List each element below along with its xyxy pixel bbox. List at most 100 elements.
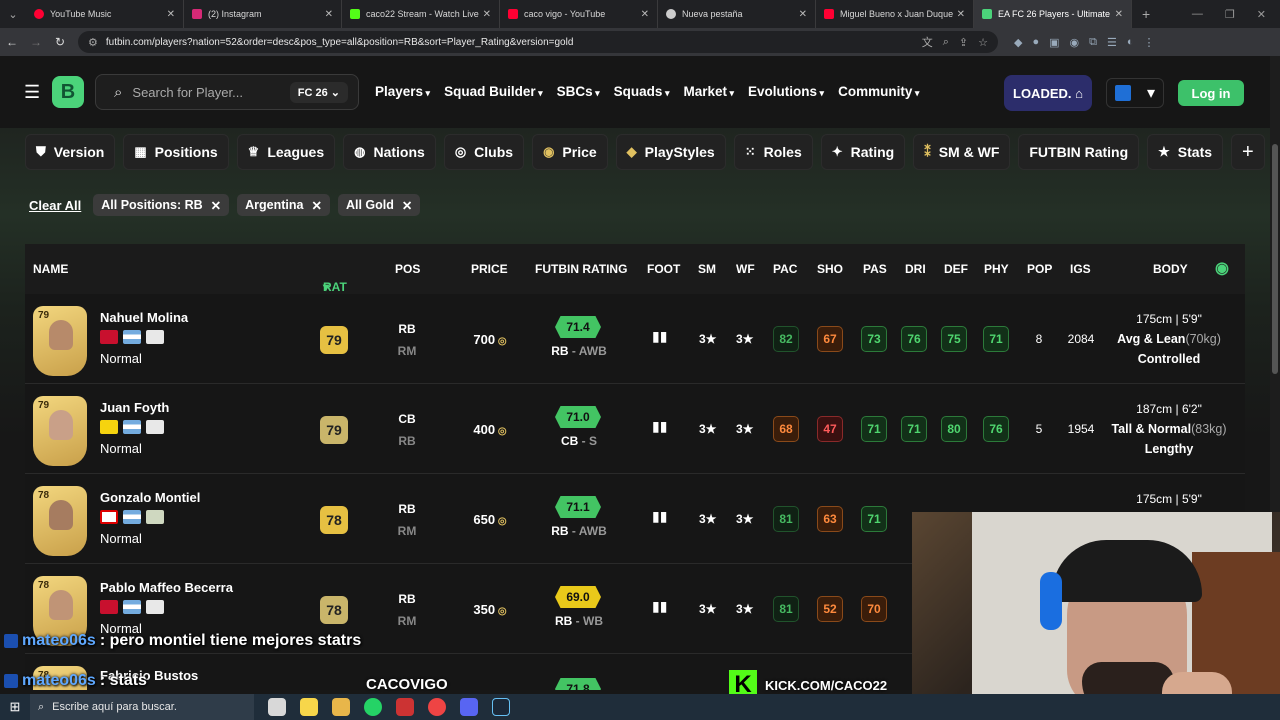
- site-info-icon[interactable]: ⚙: [88, 36, 98, 49]
- game-version-select[interactable]: FC 26 ⌄: [289, 81, 348, 103]
- filter-sm-wf[interactable]: ⁑ SM & WF: [913, 134, 1011, 170]
- filter-roles[interactable]: ⁙ Roles: [733, 134, 813, 170]
- remove-chip-icon[interactable]: ✕: [312, 198, 322, 213]
- col-foot[interactable]: FOOT: [647, 262, 680, 276]
- extension-icon[interactable]: ◆: [1014, 36, 1022, 49]
- player-search[interactable]: ⌕ Search for Player... FC 26 ⌄: [95, 74, 359, 110]
- minimize-icon[interactable]: —: [1192, 8, 1203, 21]
- col-def[interactable]: DEF: [944, 262, 968, 276]
- back-icon[interactable]: ←: [0, 35, 24, 49]
- forward-icon[interactable]: →: [24, 35, 48, 49]
- filter-futbin-rating[interactable]: FUTBIN Rating: [1018, 134, 1140, 170]
- filter-chip[interactable]: All Positions: RB ✕: [93, 194, 230, 216]
- nav-players[interactable]: Players: [375, 84, 430, 99]
- windows-start-icon[interactable]: ⊞: [0, 699, 30, 715]
- reload-icon[interactable]: ↻: [48, 35, 72, 49]
- close-window-icon[interactable]: ✕: [1257, 8, 1266, 21]
- nav-community[interactable]: Community: [838, 84, 919, 99]
- extension-icon[interactable]: ◉: [1070, 36, 1080, 49]
- url-field[interactable]: ⚙ futbin.com/players?nation=52&order=des…: [78, 31, 998, 53]
- nav-squad-builder[interactable]: Squad Builder: [444, 84, 543, 99]
- new-tab-icon[interactable]: +: [1142, 6, 1150, 22]
- nav-sbcs[interactable]: SBCs: [557, 84, 600, 99]
- table-row[interactable]: 79 Juan Foyth Normal 79 CB RB 400 71.0 C…: [25, 384, 1245, 474]
- filter-clubs[interactable]: ◎ Clubs: [443, 134, 525, 170]
- player-name[interactable]: Gonzalo Montiel: [100, 490, 200, 505]
- extension-icon[interactable]: ●: [1032, 36, 1039, 49]
- col-phy[interactable]: PHY: [984, 262, 1009, 276]
- add-filter-button[interactable]: +: [1231, 134, 1265, 170]
- close-tab-icon[interactable]: ✕: [957, 9, 965, 20]
- filter-positions[interactable]: ▦ Positions: [123, 134, 229, 170]
- login-button[interactable]: Log in: [1178, 80, 1244, 106]
- task-view-icon[interactable]: [268, 698, 286, 716]
- bookmark-star-icon[interactable]: ☆: [978, 36, 988, 49]
- whatsapp-icon[interactable]: [364, 698, 382, 716]
- player-card[interactable]: 78: [33, 486, 87, 556]
- search-input[interactable]: Search for Player...: [132, 85, 289, 100]
- maximize-icon[interactable]: ❐: [1225, 8, 1235, 21]
- eye-icon[interactable]: ◉: [1215, 258, 1229, 278]
- table-row[interactable]: 79 Nahuel Molina Normal 79 RB RM 700 71.…: [25, 294, 1245, 384]
- close-tab-icon[interactable]: ✕: [1115, 9, 1123, 20]
- file-explorer-icon[interactable]: [332, 698, 350, 716]
- player-name[interactable]: Juan Foyth: [100, 400, 169, 415]
- col-pop[interactable]: POP: [1027, 262, 1052, 276]
- platform-select[interactable]: ▾: [1106, 78, 1164, 108]
- col-name[interactable]: NAME: [33, 262, 68, 276]
- col-sm[interactable]: SM: [698, 262, 716, 276]
- more-icon[interactable]: ⋮: [1144, 36, 1155, 49]
- close-tab-icon[interactable]: ✕: [641, 9, 649, 20]
- steam-icon[interactable]: [492, 698, 510, 716]
- close-tab-icon[interactable]: ✕: [167, 9, 175, 20]
- col-price[interactable]: PRICE: [471, 262, 508, 276]
- col-futbin-rating[interactable]: FUTBIN RATING: [535, 262, 627, 276]
- tab-search-icon[interactable]: ⌄: [0, 0, 26, 28]
- taskbar-search[interactable]: ⌕ Escribe aquí para buscar.: [30, 694, 254, 720]
- player-card[interactable]: 79: [33, 396, 87, 466]
- player-name[interactable]: Nahuel Molina: [100, 310, 188, 325]
- extension-icon[interactable]: ▣: [1049, 36, 1059, 49]
- menu-icon[interactable]: ☰: [1107, 36, 1117, 49]
- futbin-logo[interactable]: B: [52, 76, 84, 108]
- share-icon[interactable]: ⇪: [959, 36, 968, 49]
- discord-icon[interactable]: [460, 698, 478, 716]
- remove-chip-icon[interactable]: ✕: [211, 198, 221, 213]
- close-tab-icon[interactable]: ✕: [483, 9, 491, 20]
- chrome-icon[interactable]: [428, 698, 446, 716]
- col-pac[interactable]: PAC: [773, 262, 797, 276]
- browser-tab[interactable]: caco22 Stream - Watch Live on✕: [342, 0, 500, 28]
- browser-tab[interactable]: YouTube Music ✕: [26, 0, 184, 28]
- profile-icon[interactable]: ◐: [1127, 36, 1134, 49]
- player-card[interactable]: 79: [33, 306, 87, 376]
- col-wf[interactable]: WF: [736, 262, 755, 276]
- close-tab-icon[interactable]: ✕: [325, 9, 333, 20]
- filter-stats[interactable]: ★ Stats: [1147, 134, 1224, 170]
- nav-market[interactable]: Market: [683, 84, 734, 99]
- browser-tab[interactable]: caco vigo - YouTube ✕: [500, 0, 658, 28]
- scrollbar-thumb[interactable]: [1272, 144, 1278, 374]
- col-body[interactable]: BODY: [1153, 262, 1188, 276]
- col-sho[interactable]: SHO: [817, 262, 843, 276]
- app-icon[interactable]: [396, 698, 414, 716]
- translate-icon[interactable]: 文: [922, 34, 933, 50]
- nav-evolutions[interactable]: Evolutions: [748, 84, 824, 99]
- col-pas[interactable]: PAS: [863, 262, 887, 276]
- loaded-button[interactable]: LOADED. ⌂: [1004, 75, 1092, 111]
- filter-playstyles[interactable]: ◆ PlayStyles: [615, 134, 726, 170]
- col-igs[interactable]: IGS: [1070, 262, 1091, 276]
- close-tab-icon[interactable]: ✕: [799, 9, 807, 20]
- col-pos[interactable]: POS: [395, 262, 420, 276]
- sticky-notes-icon[interactable]: [300, 698, 318, 716]
- browser-tab-active[interactable]: EA FC 26 Players - Ultimate Tea✕: [974, 0, 1132, 28]
- nav-squads[interactable]: Squads: [614, 84, 670, 99]
- filter-rating[interactable]: ✦ Rating: [820, 134, 906, 170]
- clear-all-link[interactable]: Clear All: [29, 198, 81, 213]
- filter-chip[interactable]: All Gold ✕: [337, 194, 421, 216]
- filter-version[interactable]: ⛊ Version: [25, 134, 116, 170]
- filter-nations[interactable]: ◍ Nations: [343, 134, 436, 170]
- player-name[interactable]: Pablo Maffeo Becerra: [100, 580, 233, 595]
- browser-tab[interactable]: Miguel Bueno x Juan Duque - S✕: [816, 0, 974, 28]
- col-dri[interactable]: DRI: [905, 262, 926, 276]
- remove-chip-icon[interactable]: ✕: [402, 198, 412, 213]
